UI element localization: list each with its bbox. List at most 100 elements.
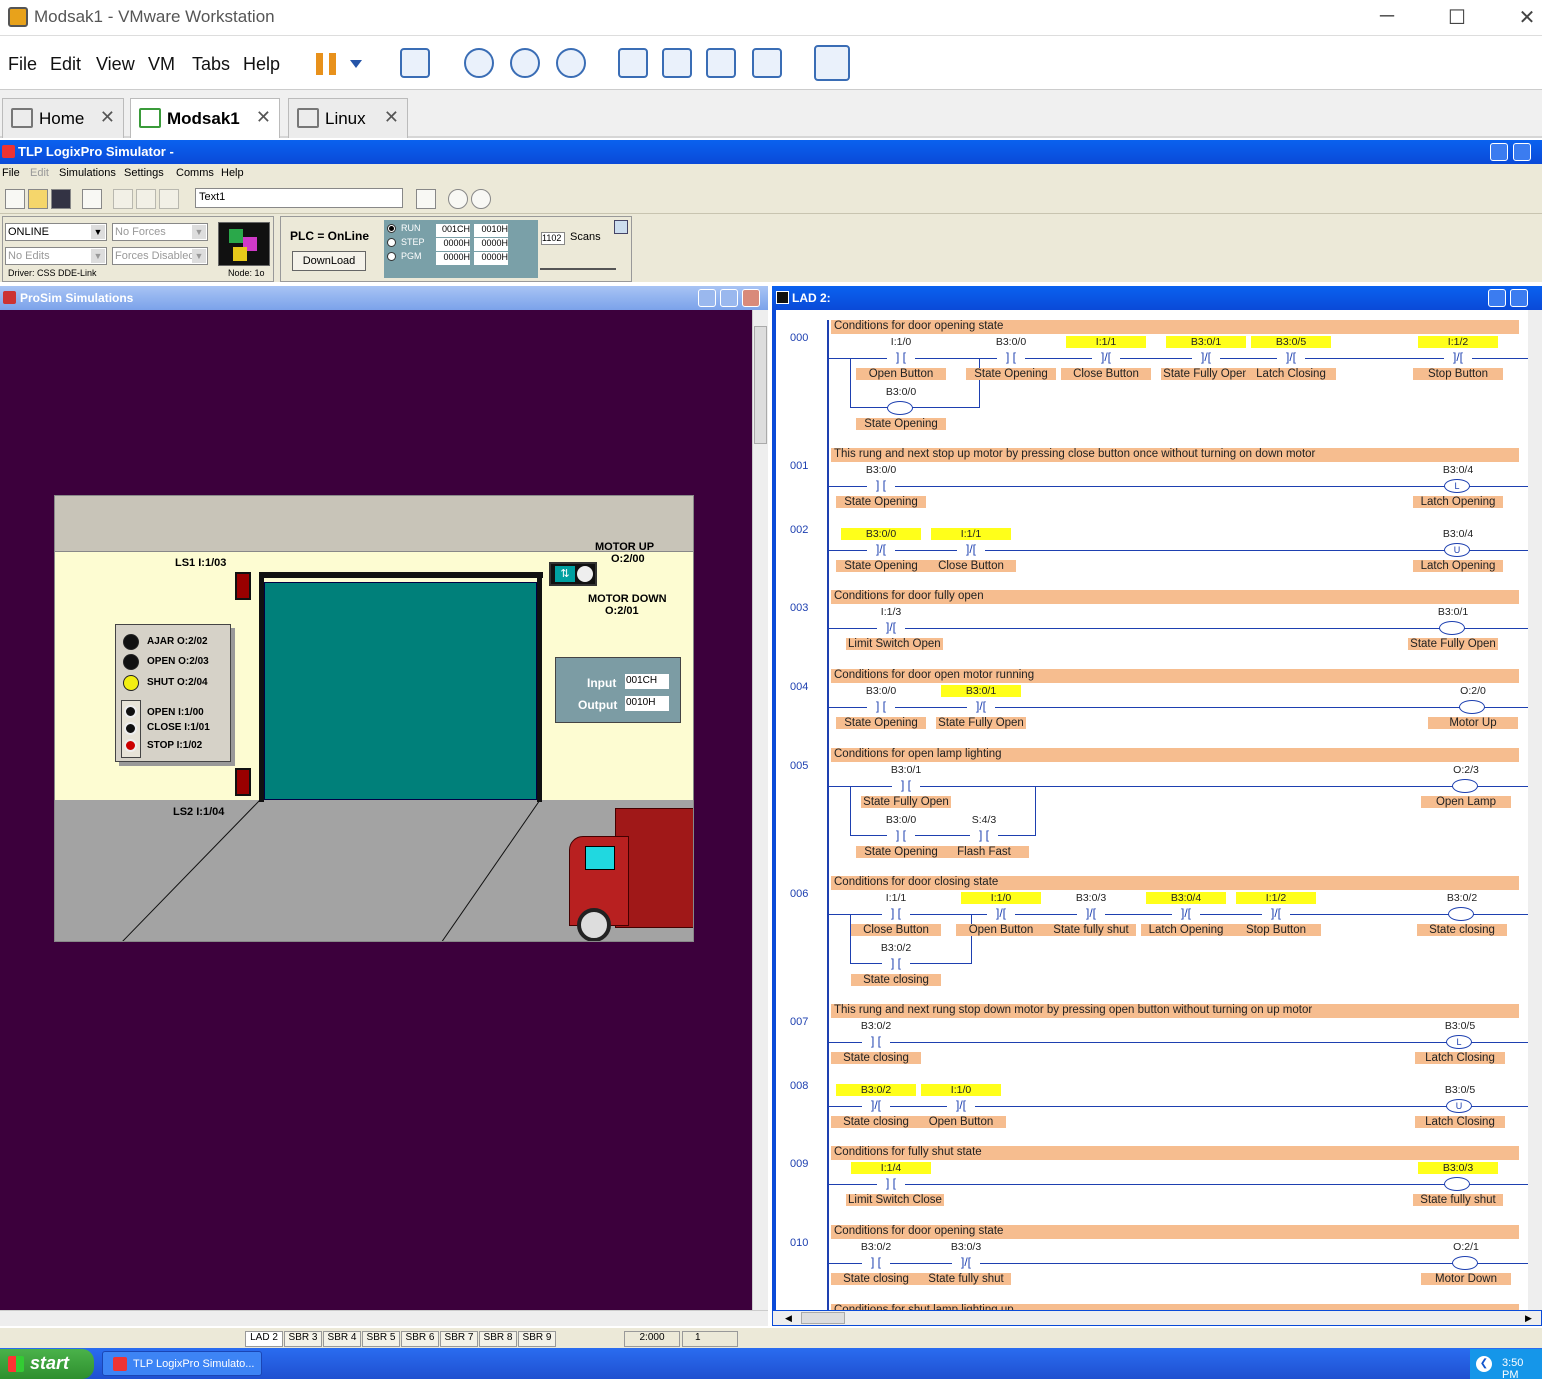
output-coil[interactable]: [1448, 907, 1474, 921]
contact-instruction[interactable]: ] [: [862, 1035, 890, 1049]
contact-instruction[interactable]: ] [: [887, 829, 915, 843]
menu-vm[interactable]: VM: [148, 54, 175, 75]
menu-file[interactable]: File: [8, 54, 37, 75]
zoom-in-icon[interactable]: [448, 189, 468, 209]
contact-instruction[interactable]: ]/[: [987, 907, 1015, 921]
tray-expand-icon[interactable]: ❮: [1476, 1356, 1492, 1372]
mode-select[interactable]: ONLINE ▼: [5, 223, 107, 241]
rung-number[interactable]: 000: [790, 332, 808, 344]
minimize-icon[interactable]: [698, 289, 716, 307]
close-tab-icon[interactable]: ✕: [384, 107, 399, 128]
close-icon[interactable]: [742, 289, 760, 307]
close-pushbutton[interactable]: [124, 722, 137, 735]
rung-number[interactable]: 001: [790, 460, 808, 472]
minimize-icon[interactable]: ─: [1372, 5, 1402, 28]
output-coil[interactable]: [1439, 621, 1465, 635]
ladder-vertical-scrollbar[interactable]: [1528, 310, 1542, 1310]
scroll-thumb[interactable]: [801, 1312, 845, 1324]
radio-step[interactable]: [387, 238, 396, 247]
close-tab-icon[interactable]: ✕: [256, 107, 271, 128]
tab-lad2[interactable]: LAD 2: [245, 1331, 283, 1347]
output-coil[interactable]: [1452, 1256, 1478, 1270]
output-coil[interactable]: L: [1446, 1035, 1472, 1049]
fullscreen-icon[interactable]: [706, 48, 736, 78]
paste-icon[interactable]: [159, 189, 179, 209]
contact-instruction[interactable]: ]/[: [1277, 351, 1305, 365]
contact-instruction[interactable]: ]/[: [952, 1256, 980, 1270]
copy-icon[interactable]: [136, 189, 156, 209]
tab-sbr3[interactable]: SBR 3: [284, 1331, 322, 1347]
contact-instruction[interactable]: ] [: [867, 700, 895, 714]
rung-number[interactable]: 008: [790, 1080, 808, 1092]
contact-instruction[interactable]: ] [: [867, 479, 895, 493]
open-folder-icon[interactable]: [28, 189, 48, 209]
ladder-editor[interactable]: 000 Conditions for door opening state 001 T…: [772, 310, 1528, 1310]
output-coil[interactable]: [1444, 1177, 1470, 1191]
contact-instruction[interactable]: ]/[: [967, 700, 995, 714]
tab-linux[interactable]: Linux ✕: [288, 98, 408, 138]
contact-instruction[interactable]: ]/[: [862, 1099, 890, 1113]
menu-help[interactable]: Help: [243, 54, 280, 75]
scroll-thumb[interactable]: [754, 326, 767, 444]
output-coil[interactable]: U: [1446, 1099, 1472, 1113]
tab-modsak1[interactable]: Modsak1 ✕: [130, 98, 280, 138]
tlp-menu-edit[interactable]: Edit: [30, 167, 49, 179]
restore-icon[interactable]: [1513, 143, 1531, 161]
output-coil[interactable]: L: [1444, 479, 1470, 493]
forces-disabled-select[interactable]: Forces Disabled ▼: [112, 247, 208, 265]
contact-instruction[interactable]: ]/[: [1444, 351, 1472, 365]
close-tab-icon[interactable]: ✕: [100, 107, 115, 128]
maximize-icon[interactable]: [720, 289, 738, 307]
menu-edit[interactable]: Edit: [50, 54, 81, 75]
minimize-icon[interactable]: [1488, 289, 1506, 307]
radio-pgm[interactable]: [387, 252, 396, 261]
contact-instruction[interactable]: ]/[: [867, 543, 895, 557]
output-coil[interactable]: U: [1444, 543, 1470, 557]
open-pushbutton[interactable]: [124, 705, 137, 718]
contact-instruction[interactable]: ]/[: [1092, 351, 1120, 365]
download-button[interactable]: DownLoad: [292, 251, 366, 271]
stop-pushbutton[interactable]: [124, 739, 137, 752]
contact-instruction[interactable]: ] [: [997, 351, 1025, 365]
contact-instruction[interactable]: ] [: [887, 351, 915, 365]
rung-number[interactable]: 009: [790, 1158, 808, 1170]
radio-run[interactable]: [387, 224, 396, 233]
contact-instruction[interactable]: ] [: [882, 957, 910, 971]
tab-sbr8[interactable]: SBR 8: [479, 1331, 517, 1347]
scroll-left-icon[interactable]: ◀: [785, 1313, 792, 1324]
pause-icon[interactable]: [316, 53, 336, 75]
contact-instruction[interactable]: ]/[: [1192, 351, 1220, 365]
rung-number[interactable]: 004: [790, 681, 808, 693]
rung-number[interactable]: 010: [790, 1237, 808, 1249]
rung-number[interactable]: 002: [790, 524, 808, 536]
contact-instruction[interactable]: ]/[: [957, 543, 985, 557]
contact-instruction[interactable]: ]/[: [877, 621, 905, 635]
tab-sbr9[interactable]: SBR 9: [518, 1331, 556, 1347]
tlp-menu-file[interactable]: File: [2, 167, 20, 179]
horizontal-scrollbar[interactable]: [0, 1310, 768, 1326]
vertical-scrollbar[interactable]: [752, 310, 768, 1310]
send-keys-icon[interactable]: [400, 48, 430, 78]
contact-instruction[interactable]: ]/[: [947, 1099, 975, 1113]
close-icon[interactable]: ✕: [1512, 5, 1542, 30]
edits-select[interactable]: No Edits ▼: [5, 247, 107, 265]
text-field[interactable]: Text1: [195, 188, 403, 208]
restore-icon[interactable]: [1510, 289, 1528, 307]
save-icon[interactable]: [51, 189, 71, 209]
scan-slider[interactable]: [540, 254, 616, 270]
scroll-right-icon[interactable]: ▶: [1525, 1313, 1532, 1324]
contact-instruction[interactable]: ] [: [892, 779, 920, 793]
tlp-menu-settings[interactable]: Settings: [124, 167, 164, 179]
output-coil[interactable]: [887, 401, 913, 415]
thumbnail-view-icon[interactable]: [814, 45, 850, 81]
contact-instruction[interactable]: ]/[: [1262, 907, 1290, 921]
contact-instruction[interactable]: ] [: [862, 1256, 890, 1270]
tab-home[interactable]: Home ✕: [2, 98, 124, 138]
tab-sbr5[interactable]: SBR 5: [362, 1331, 400, 1347]
rung-number[interactable]: 003: [790, 602, 808, 614]
ladder-horizontal-scrollbar[interactable]: ◀ ▶: [772, 1310, 1542, 1326]
print-icon[interactable]: [82, 189, 102, 209]
contact-instruction[interactable]: ] [: [882, 907, 910, 921]
rung-number[interactable]: 006: [790, 888, 808, 900]
output-coil[interactable]: [1459, 700, 1485, 714]
